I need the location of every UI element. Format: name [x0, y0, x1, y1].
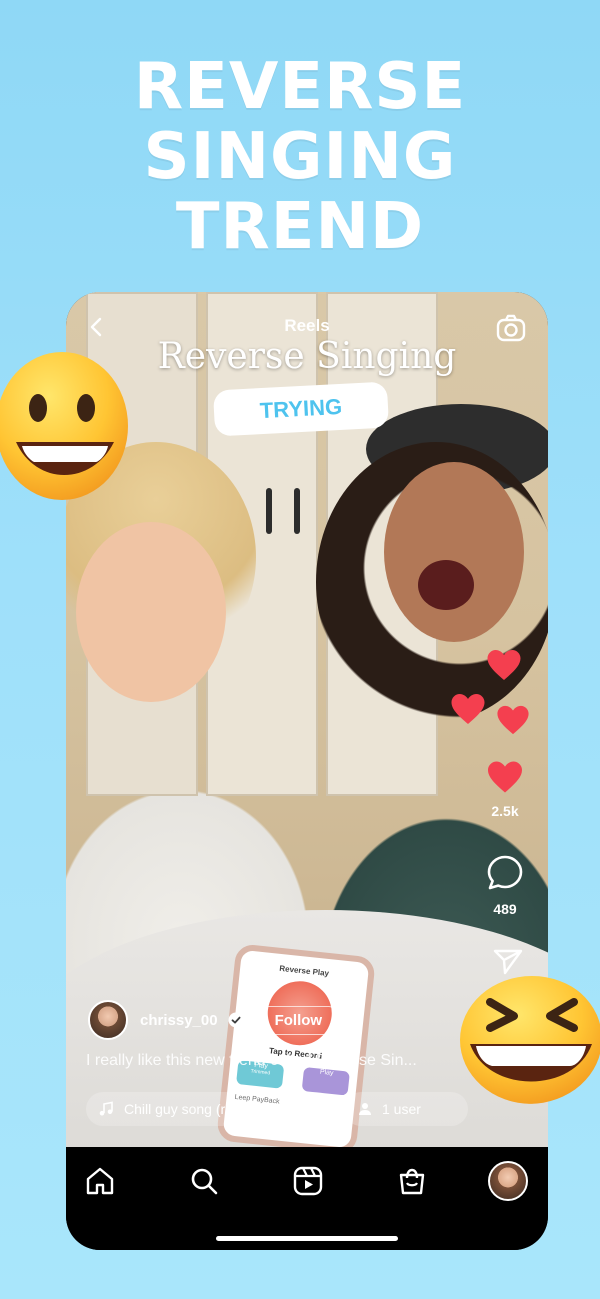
shop-bag-icon[interactable]: [396, 1165, 428, 1197]
send-icon[interactable]: [493, 948, 523, 976]
phone-screen: Reverse Play Tap to Record Play Trimmed …: [66, 292, 548, 1250]
person-right-mouth: [418, 560, 474, 610]
music-note-icon: [99, 1101, 113, 1116]
reels-icon[interactable]: [292, 1165, 324, 1197]
comment-action[interactable]: 489: [480, 854, 530, 917]
verified-badge-icon: [228, 1012, 244, 1028]
home-indicator: [216, 1236, 398, 1241]
music-pill[interactable]: Chill guy song (remix by s...: [86, 1092, 334, 1126]
profile-avatar[interactable]: [488, 1161, 528, 1201]
promo-headline: REVERSE SINGING TREND: [0, 52, 600, 262]
like-action[interactable]: 2.5k: [480, 760, 530, 819]
floating-heart-icon: [487, 650, 521, 680]
comment-bubble-icon[interactable]: [486, 854, 524, 892]
author-avatar[interactable]: [88, 1000, 128, 1040]
author-username[interactable]: chrissy_00: [140, 1012, 218, 1029]
person-right-face: [384, 462, 524, 642]
prop-app-title: Reverse Play: [278, 963, 330, 979]
headline-line-1: REVERSE: [133, 50, 467, 124]
comment-count: 489: [493, 901, 517, 917]
users-label: 1 user: [382, 1101, 421, 1117]
music-label: Chill guy song (remix by s...: [124, 1101, 296, 1117]
home-icon[interactable]: [84, 1165, 116, 1197]
post-caption[interactable]: I really like this new trend called Reve…: [86, 1052, 466, 1070]
bottom-nav: [66, 1147, 548, 1250]
person-left-face: [76, 522, 226, 702]
search-icon[interactable]: [188, 1165, 220, 1197]
floating-heart-icon: [451, 694, 485, 724]
door-handle: [294, 488, 300, 534]
floating-heart-icon: [497, 705, 529, 735]
post-author-row: chrissy_00 Follow: [88, 1000, 336, 1040]
laughing-emoji-icon: [460, 976, 600, 1104]
like-count: 2.5k: [491, 803, 519, 819]
users-pill[interactable]: 1 user: [344, 1092, 468, 1126]
trying-badge: TRYING: [212, 381, 390, 437]
reel-overlay-title: Reverse Singing: [157, 336, 457, 377]
reels-header-title: Reels: [284, 316, 330, 335]
headline-line-2: SINGING: [143, 120, 457, 194]
door-handle: [266, 488, 272, 534]
headline-line-3: TREND: [175, 190, 425, 264]
grinning-emoji-icon: [0, 352, 128, 500]
like-heart-icon[interactable]: [486, 760, 524, 794]
follow-button[interactable]: Follow: [261, 1005, 336, 1035]
user-icon: [359, 1103, 371, 1115]
